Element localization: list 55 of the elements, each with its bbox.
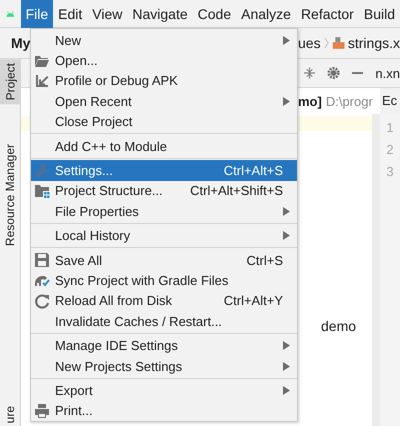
editor-header: Ec <box>380 88 400 114</box>
shortcut-label: Ctrl+S <box>246 252 283 268</box>
breadcrumb-item[interactable]: strings.x <box>348 35 400 51</box>
menu-item[interactable]: Open Recent <box>31 91 297 112</box>
menu-bar-item[interactable]: Code <box>192 0 236 28</box>
menu-item[interactable]: Profile or Debug APK <box>31 70 297 92</box>
menu-bar-item[interactable]: Build <box>358 0 400 28</box>
menu-item[interactable]: Invalidate Caches / Restart... <box>31 311 297 332</box>
menu-bar-item[interactable]: View <box>87 0 128 28</box>
project-label: My <box>10 35 30 51</box>
editor-tab[interactable]: n.xn <box>375 66 400 80</box>
menu-bar-item[interactable]: Navigate <box>127 0 193 28</box>
reload-icon <box>34 292 50 309</box>
printer-icon <box>34 402 50 419</box>
settings-icon[interactable] <box>327 66 340 80</box>
chevron-icon <box>324 36 329 50</box>
folder-grid-icon <box>34 182 50 199</box>
menu-item[interactable]: Close Project <box>31 112 297 132</box>
menu-item[interactable]: Settings... Ctrl+Alt+S <box>31 160 297 181</box>
menu-item[interactable]: New Projects Settings <box>31 356 297 376</box>
shortcut-label: Ctrl+Alt+Shift+S <box>190 183 283 198</box>
scrollbar[interactable] <box>372 114 380 426</box>
menu-item[interactable]: Export <box>31 380 297 401</box>
menu-bar-item[interactable]: Analyze <box>236 0 296 28</box>
arrow-icon <box>34 72 50 89</box>
menu-bar-item[interactable]: Refactor <box>296 0 359 28</box>
menu-item[interactable]: Sync Project with Gradle Files <box>31 270 297 291</box>
menu-item[interactable]: Print... <box>31 400 297 422</box>
breadcrumb-item[interactable]: ues <box>298 35 321 51</box>
side-tab[interactable]: Project <box>0 59 20 104</box>
line-number: 2 <box>386 141 394 159</box>
wrench-icon <box>34 162 50 179</box>
menu-item[interactable]: Save All Ctrl+S <box>31 250 297 270</box>
project-name: mo] <box>298 94 322 108</box>
menu-item[interactable]: Manage IDE Settings <box>31 335 297 356</box>
menu-item[interactable]: Add C++ to Module <box>31 136 297 156</box>
line-number: 3 <box>386 163 394 181</box>
menu-bar-item[interactable]: File <box>20 0 54 28</box>
project-path: D:\progr <box>326 94 373 108</box>
menu-item[interactable]: File Properties <box>31 201 297 222</box>
side-tab[interactable]: ure <box>3 402 17 426</box>
menu-item[interactable]: Project Structure... Ctrl+Alt+Shift+S <box>31 180 297 202</box>
menu-item[interactable]: New <box>31 30 297 50</box>
line-number: 1 <box>386 119 394 137</box>
menu-item[interactable]: Reload All from Disk Ctrl+Alt+Y <box>31 290 297 312</box>
xml-file-icon <box>332 35 345 51</box>
tree-item[interactable]: demo <box>321 318 372 334</box>
shortcut-label: Ctrl+Alt+S <box>224 163 283 178</box>
minimize-icon[interactable] <box>352 72 364 74</box>
collapse-icon[interactable] <box>304 66 316 80</box>
side-tab[interactable]: Resource Manager <box>3 140 17 250</box>
menu-item[interactable]: Open... <box>31 50 297 71</box>
shortcut-label: Ctrl+Alt+Y <box>224 293 283 308</box>
menu-item[interactable]: Local History <box>31 226 297 246</box>
menu-bar-item[interactable]: Edit <box>53 0 88 28</box>
